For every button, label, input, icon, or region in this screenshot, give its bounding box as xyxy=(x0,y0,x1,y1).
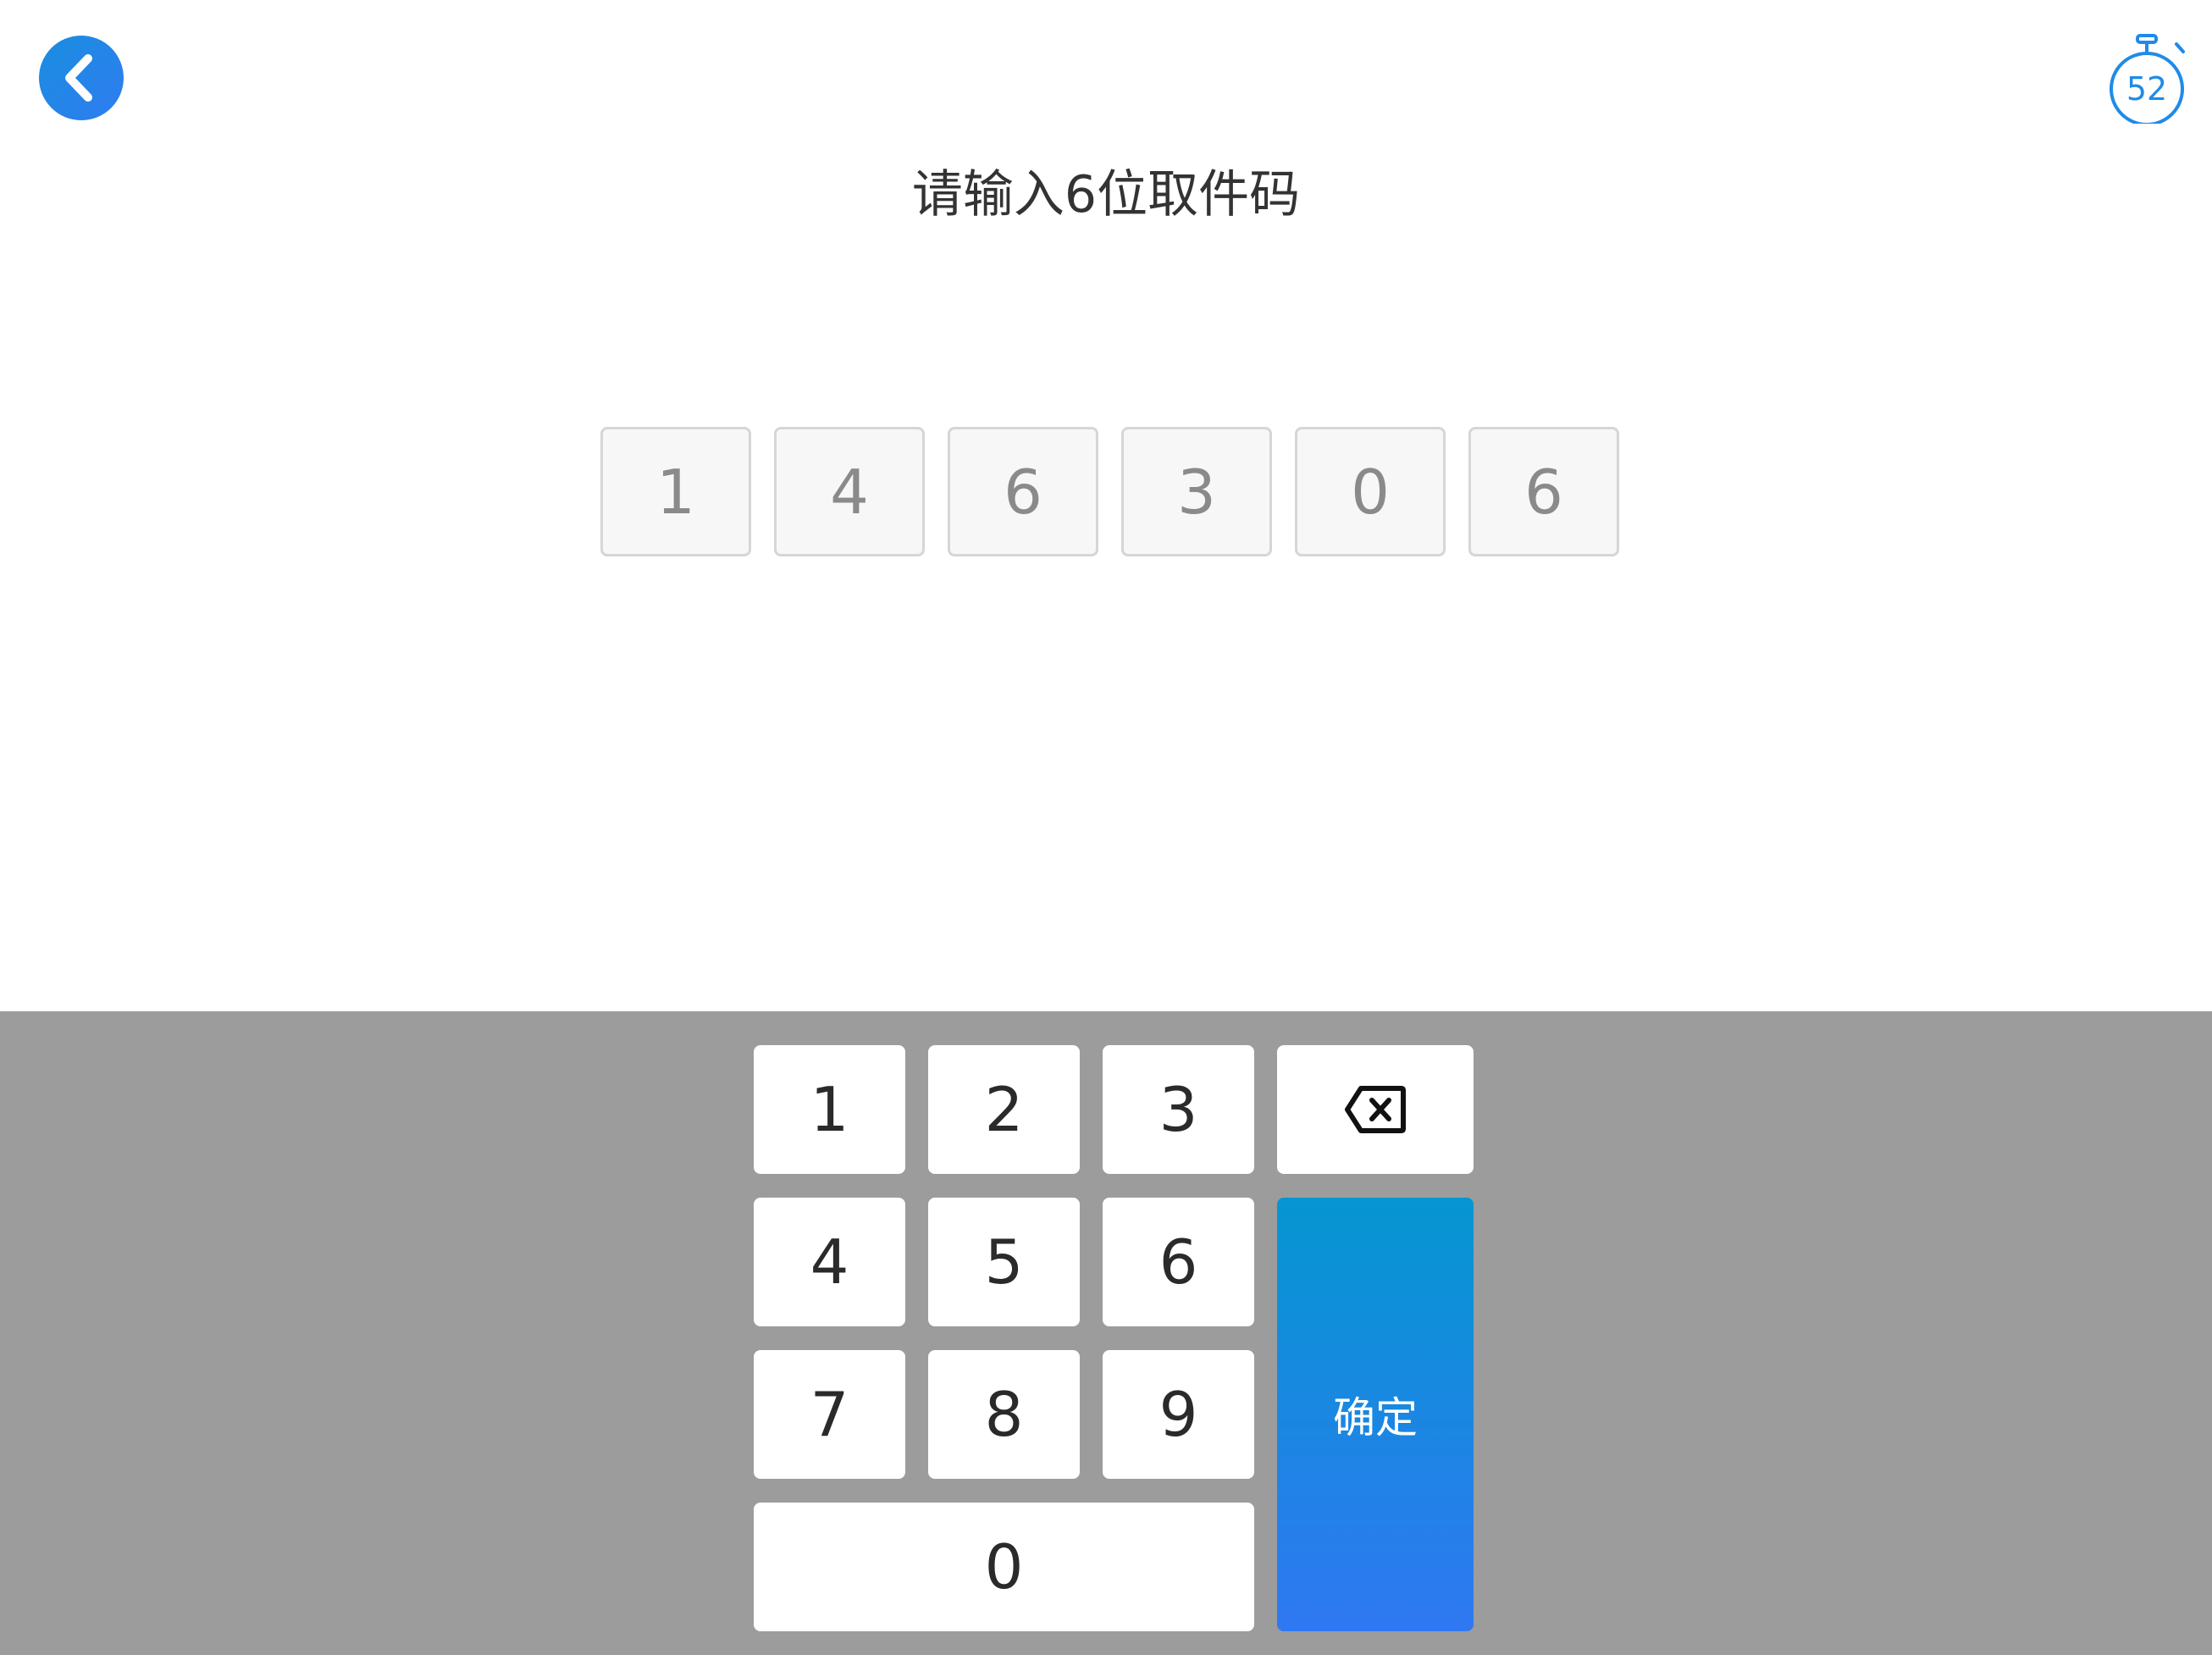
backspace-button[interactable] xyxy=(1277,1045,1474,1174)
countdown-timer: 52 xyxy=(2107,30,2188,124)
back-button[interactable] xyxy=(39,36,124,120)
confirm-button[interactable]: 确定 xyxy=(1277,1198,1474,1631)
code-digit-box[interactable]: 4 xyxy=(774,427,925,556)
key-8[interactable]: 8 xyxy=(928,1350,1080,1479)
timer-value: 52 xyxy=(2126,70,2168,108)
page-title: 请输入6位取件码 xyxy=(911,165,1301,224)
key-2[interactable]: 2 xyxy=(928,1045,1080,1174)
key-0[interactable]: 0 xyxy=(754,1503,1254,1631)
code-digit-box[interactable]: 0 xyxy=(1295,427,1446,556)
key-7[interactable]: 7 xyxy=(754,1350,905,1479)
code-digit-box[interactable]: 1 xyxy=(600,427,751,556)
key-5[interactable]: 5 xyxy=(928,1198,1080,1326)
code-input-group: 1 4 6 3 0 6 xyxy=(600,427,1619,556)
chevron-left-icon xyxy=(65,54,92,102)
code-digit-box[interactable]: 6 xyxy=(948,427,1098,556)
key-3[interactable]: 3 xyxy=(1103,1045,1254,1174)
key-6[interactable]: 6 xyxy=(1103,1198,1254,1326)
key-9[interactable]: 9 xyxy=(1103,1350,1254,1479)
key-4[interactable]: 4 xyxy=(754,1198,905,1326)
backspace-icon xyxy=(1345,1086,1406,1133)
code-digit-box[interactable]: 6 xyxy=(1468,427,1619,556)
key-1[interactable]: 1 xyxy=(754,1045,905,1174)
code-digit-box[interactable]: 3 xyxy=(1121,427,1272,556)
numeric-keypad: 1 2 3 4 5 6 7 8 9 0 确定 xyxy=(0,1011,2212,1655)
